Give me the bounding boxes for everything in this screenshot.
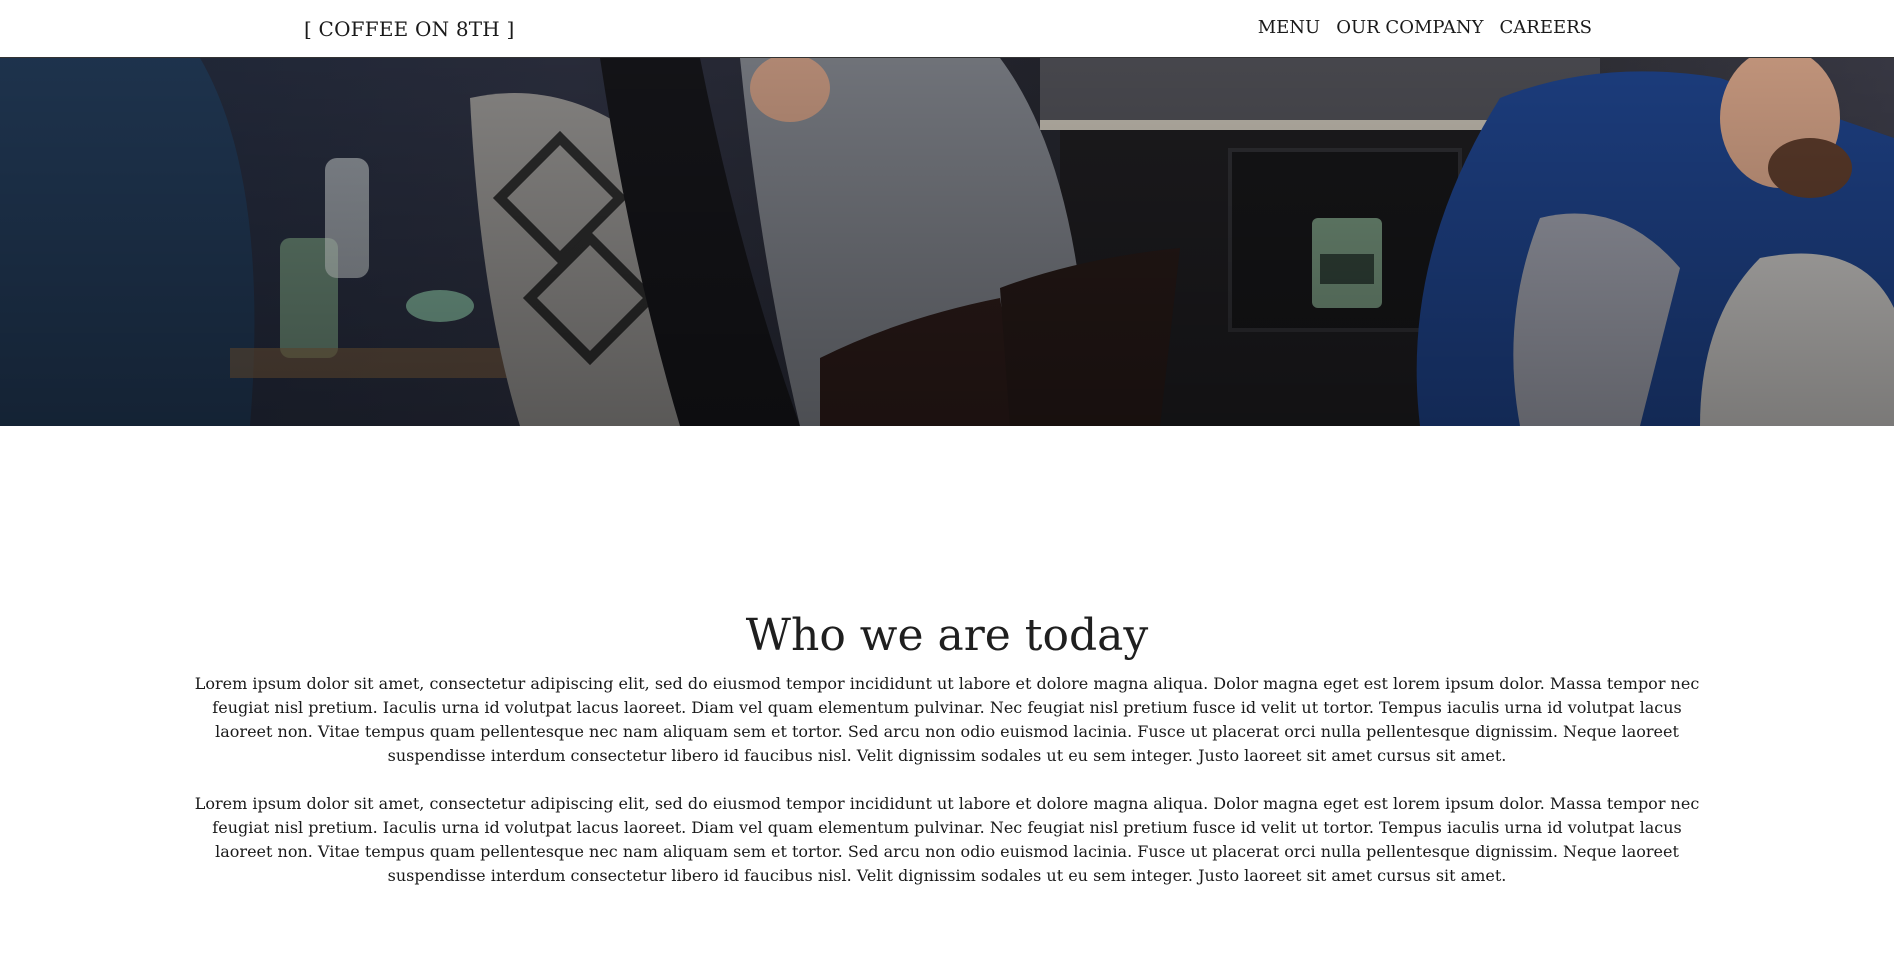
section-title: Who we are today bbox=[745, 610, 1149, 661]
site-logo[interactable]: [ COFFEE ON 8TH ] bbox=[304, 17, 515, 41]
top-navbar: [ COFFEE ON 8TH ] MENU OUR COMPANY CAREE… bbox=[0, 0, 1894, 58]
nav-link-our-company[interactable]: OUR COMPANY bbox=[1336, 17, 1483, 38]
nav-links: MENU OUR COMPANY CAREERS bbox=[1258, 17, 1592, 38]
body-paragraph: Lorem ipsum dolor sit amet, consectetur … bbox=[194, 794, 1700, 885]
nav-link-menu[interactable]: MENU bbox=[1258, 17, 1321, 38]
nav-link-careers[interactable]: CAREERS bbox=[1500, 17, 1593, 38]
body-paragraph: Lorem ipsum dolor sit amet, consectetur … bbox=[194, 674, 1700, 765]
hero-image bbox=[0, 58, 1894, 426]
